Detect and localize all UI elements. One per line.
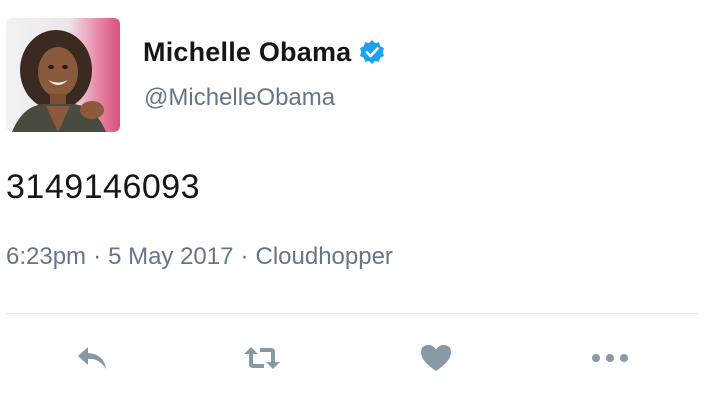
tweet-source[interactable]: Cloudhopper [255,243,392,271]
like-button[interactable] [414,336,458,380]
more-button[interactable] [588,336,632,380]
author-name-row: Michelle Obama [143,34,385,70]
tweet-card: Michelle Obama @MichelleObama 3149146093… [0,0,720,400]
avatar[interactable] [6,18,120,132]
meta-separator: · [93,243,102,270]
tweet-meta: 6:23pm · 5 May 2017 · Cloudhopper [6,243,393,271]
retweet-button[interactable] [240,336,284,380]
tweet-actions [0,336,720,380]
reply-icon [75,343,109,373]
retweet-icon [242,343,282,373]
reply-button[interactable] [70,336,114,380]
avatar-photo-icon [6,18,120,132]
divider [6,313,698,314]
verified-badge-icon [359,39,385,65]
tweet-date[interactable]: 5 May 2017 [108,243,233,271]
tweet-time[interactable]: 6:23pm [6,243,86,271]
meta-separator: · [240,243,249,270]
tweet-text: 3149146093 [6,168,201,206]
heart-icon [419,343,453,373]
author-handle[interactable]: @MichelleObama [144,84,335,112]
author-display-name[interactable]: Michelle Obama [143,37,351,68]
more-icon [590,352,630,364]
